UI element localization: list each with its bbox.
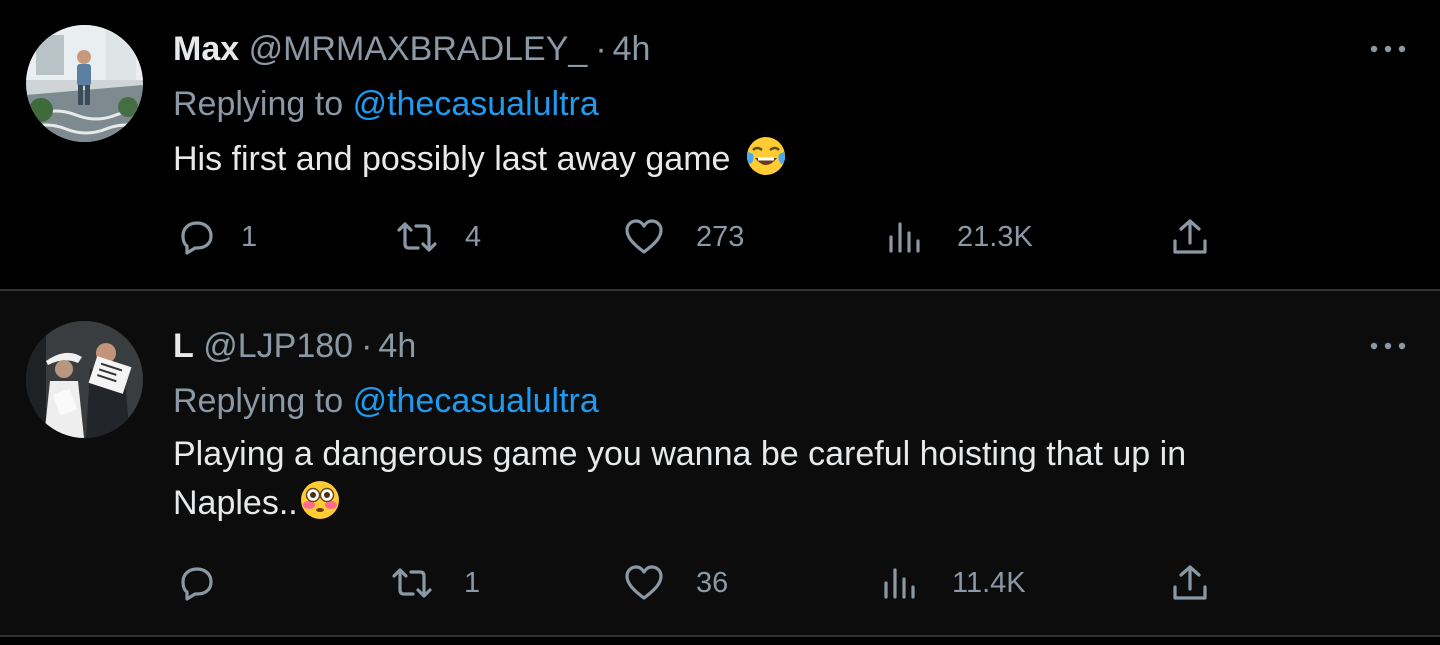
replying-to-label: Replying to xyxy=(173,382,344,420)
tweet-text-content: Naples.. xyxy=(173,484,298,522)
timestamp[interactable]: 4h xyxy=(378,327,416,365)
reply-icon xyxy=(175,561,219,605)
replying-to: Replying to @thecasualultra xyxy=(173,381,599,421)
separator: · xyxy=(361,327,373,365)
reply-count: 1 xyxy=(241,220,258,253)
like-count: 273 xyxy=(696,220,745,253)
replying-to: Replying to @thecasualultra xyxy=(173,84,599,124)
retweet-button[interactable]: 1 xyxy=(390,561,480,605)
tweet-text-content: His first and possibly last away game xyxy=(173,140,731,178)
tweet-text-line: Playing a dangerous game you wanna be ca… xyxy=(173,435,1187,473)
retweet-count: 1 xyxy=(464,566,481,599)
tweet-header: Max @MRMAXBRADLEY_ · 4h xyxy=(173,29,650,69)
share-button[interactable] xyxy=(1168,215,1212,259)
analytics-icon xyxy=(878,561,922,605)
display-name[interactable]: L xyxy=(173,327,194,365)
more-options-icon[interactable] xyxy=(1364,331,1412,361)
reply-button[interactable] xyxy=(175,561,241,605)
views-button[interactable]: 21.3K xyxy=(883,215,1033,259)
tweet-header: L @LJP180 · 4h xyxy=(173,326,416,366)
avatar[interactable] xyxy=(26,25,143,142)
face-with-tears-of-joy-icon xyxy=(744,134,788,178)
retweet-count: 4 xyxy=(465,220,482,253)
share-icon xyxy=(1168,215,1212,259)
heart-icon xyxy=(622,561,666,605)
reply-icon xyxy=(175,215,219,259)
tweet[interactable]: L @LJP180 · 4h Replying to @thecasualultra… xyxy=(0,291,1440,637)
tweet[interactable]: Max @MRMAXBRADLEY_ · 4h Replying to @theca… xyxy=(0,0,1440,291)
share-button[interactable] xyxy=(1168,561,1212,605)
user-handle[interactable]: @MRMAXBRADLEY_ xyxy=(249,30,588,68)
tweet-text-line-2: Naples.. xyxy=(173,478,1353,527)
avatar[interactable] xyxy=(26,321,143,438)
view-count: 11.4K xyxy=(952,566,1026,599)
more-options-icon[interactable] xyxy=(1364,34,1412,64)
separator: · xyxy=(595,30,607,68)
timestamp[interactable]: 4h xyxy=(613,30,651,68)
views-button[interactable]: 11.4K xyxy=(878,561,1026,605)
retweet-icon xyxy=(390,561,434,605)
retweet-button[interactable]: 4 xyxy=(395,215,481,259)
share-icon xyxy=(1168,561,1212,605)
display-name[interactable]: Max xyxy=(173,30,239,68)
view-count: 21.3K xyxy=(957,220,1033,253)
analytics-icon xyxy=(883,215,927,259)
replying-to-handle[interactable]: @thecasualultra xyxy=(353,85,599,123)
like-button[interactable]: 36 xyxy=(622,561,728,605)
heart-icon xyxy=(622,215,666,259)
tweet-text: His first and possibly last away game xyxy=(173,134,1353,183)
like-count: 36 xyxy=(696,566,729,599)
tweet-text: Playing a dangerous game you wanna be ca… xyxy=(173,431,1353,527)
reply-button[interactable]: 1 xyxy=(175,215,257,259)
user-handle[interactable]: @LJP180 xyxy=(203,327,353,365)
flushed-face-icon xyxy=(298,478,342,522)
replying-to-label: Replying to xyxy=(173,85,344,123)
like-button[interactable]: 273 xyxy=(622,215,744,259)
replying-to-handle[interactable]: @thecasualultra xyxy=(353,382,599,420)
retweet-icon xyxy=(395,215,439,259)
